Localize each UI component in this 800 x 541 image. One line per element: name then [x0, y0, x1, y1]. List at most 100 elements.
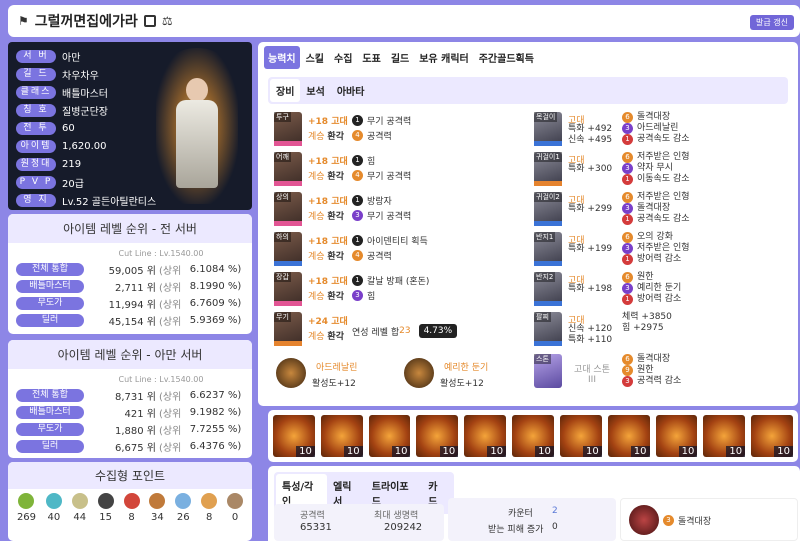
collection-item[interactable]: 40: [45, 493, 62, 523]
accessory-item[interactable]: 반지1 고대 특화 +199 6 오의 강화 3 저주받은 인형 1 방어력 감소: [534, 232, 786, 268]
effect-level: 1: [352, 195, 363, 206]
subtab-0[interactable]: 장비: [270, 79, 301, 102]
accessory-item[interactable]: 팔찌 고대 신속 +120 특화 +110 체력 +3850 힘 +2975: [534, 312, 786, 348]
accessory-icon[interactable]: 반지1: [534, 232, 562, 266]
engraving-level: 활성도+12: [440, 379, 484, 389]
gem-1[interactable]: 10: [320, 415, 363, 457]
engraving-item[interactable]: 아드레날린 활성도+12: [276, 358, 396, 390]
quality-bar: [534, 221, 562, 226]
collection-count: 34: [151, 512, 164, 523]
collection-item[interactable]: 15: [97, 493, 114, 523]
collection-item[interactable]: 8: [201, 493, 218, 523]
equip-icon[interactable]: 어깨: [274, 152, 302, 186]
accessory-item[interactable]: 반지2 고대 특화 +198 6 원한 3 예리한 둔기 1 방어력 감소: [534, 272, 786, 308]
rank-number: 2,711 위: [114, 282, 156, 294]
effect-level: 3: [622, 243, 633, 254]
equip-slot-tag: 무기: [274, 312, 291, 322]
gem-5[interactable]: 10: [512, 415, 554, 457]
quality-bar: [274, 341, 302, 346]
update-button[interactable]: 발급 갱신: [750, 15, 794, 30]
effect-level: 4: [352, 130, 363, 141]
tab-1[interactable]: 스킬: [302, 46, 328, 69]
rank-percent: 9.1982 %): [189, 406, 242, 418]
equip-item[interactable]: 장갑 +18 고대 계승 환각 1 칼날 방패 (혼돈) 3 힘: [274, 272, 514, 308]
gem-4[interactable]: 10: [464, 415, 507, 457]
accessory-icon[interactable]: 목걸이: [534, 112, 562, 146]
gem-0[interactable]: 10: [273, 415, 315, 457]
accessory-effects: 6 원한 3 예리한 둔기 1 방어력 감소: [622, 272, 681, 305]
gem-3[interactable]: 10: [416, 415, 459, 457]
stone-effects: 6 돌격대장 9 원한 3 공격력 감소: [622, 354, 681, 387]
accessory-icon[interactable]: 귀걸이2: [534, 192, 562, 226]
gem-7[interactable]: 10: [607, 415, 650, 457]
rank-percentile-label: (상위: [159, 299, 182, 311]
rank-row: 배틀마스터 421 위 (상위 9.1982 %): [16, 404, 252, 420]
collection-item[interactable]: 269: [17, 493, 36, 523]
id-card-icon[interactable]: [143, 15, 156, 27]
cut-line: Cut Line : Lv.1540.00: [118, 249, 204, 258]
atk-label: 공격력: [300, 511, 325, 521]
accessory-icon[interactable]: 귀걸이1: [534, 152, 562, 186]
rank-percentile-label: (상위: [159, 316, 182, 328]
engraving-level: 활성도+12: [312, 379, 356, 389]
tab-4[interactable]: 길드: [387, 46, 413, 69]
equip-item[interactable]: 무기 +24 고대 계승 환각 연성 레벨 합 23 4.73%: [274, 312, 514, 348]
equip-item[interactable]: 투구 +18 고대 계승 환각 1 무기 공격력 4 공격력: [274, 112, 514, 148]
dmg-label: 받는 피해 증가: [488, 525, 544, 535]
rank-number: 421 위: [124, 408, 156, 420]
tab-6[interactable]: 주간골드획득: [475, 46, 538, 69]
engraving-name: 돌격대장: [678, 517, 712, 527]
collection-item[interactable]: 44: [71, 493, 88, 523]
accessory-item[interactable]: 귀걸이1 고대 특화 +300 6 저주받은 인형 3 약자 무시 1 이동속도 감소: [534, 152, 786, 188]
accessory-item[interactable]: 목걸이 고대 특화 +492 신속 +495 6 돌격대장 3 아드레날린 1 공격속도 감소: [534, 112, 786, 148]
gem-level: 10: [726, 446, 746, 457]
engraving-item[interactable]: 예리한 둔기 활성도+12: [404, 358, 524, 390]
tab-5[interactable]: 보유 캐릭터: [415, 46, 472, 69]
collection-item[interactable]: 0: [227, 493, 244, 523]
gem-10[interactable]: 10: [751, 415, 793, 457]
equip-slot-tag: 하의: [274, 232, 291, 242]
counter-label: 카운터: [508, 509, 533, 519]
effect-level: 4: [352, 250, 363, 261]
equip-item[interactable]: 하의 +18 고대 계승 환각 1 아이덴티티 획득 4 공격력: [274, 232, 514, 268]
gem-level: 10: [343, 446, 363, 457]
equip-icon[interactable]: 상의: [274, 192, 302, 226]
profile-label: 아이템: [16, 139, 56, 153]
subtab-1[interactable]: 보석: [300, 79, 330, 102]
scale-icon[interactable]: ⚖: [162, 14, 173, 28]
counter-value: 2: [552, 506, 558, 516]
tab-2[interactable]: 수집: [330, 46, 356, 69]
profile-value: 질병군단장: [62, 106, 108, 118]
gem-6[interactable]: 10: [559, 415, 602, 457]
equip-slot-tag: 어깨: [274, 152, 291, 162]
gem-level: 10: [582, 446, 602, 457]
equip-icon[interactable]: 투구: [274, 112, 302, 146]
tab-0[interactable]: 능력치: [264, 46, 300, 69]
rank-number: 59,005 위: [108, 265, 156, 277]
equip-item[interactable]: 어깨 +18 고대 계승 환각 1 힘 4 무기 공격력: [274, 152, 514, 188]
gem-9[interactable]: 10: [703, 415, 746, 457]
collection-item[interactable]: 34: [149, 493, 166, 523]
collection-item[interactable]: 8: [123, 493, 140, 523]
accessory-icon[interactable]: 반지2: [534, 272, 562, 306]
ability-stone[interactable]: 스톤 고대 스톤 III 6 돌격대장 9 원한 3 공격력 감소: [534, 354, 786, 394]
collection-count: 8: [205, 512, 213, 523]
equip-icon[interactable]: 무기: [274, 312, 302, 346]
tab-3[interactable]: 도표: [358, 46, 384, 69]
profile-value: 차우차우: [62, 70, 99, 82]
accessory-item[interactable]: 귀걸이2 고대 특화 +299 6 저주받은 인형 3 돌격대장 1 공격속도 감소: [534, 192, 786, 228]
bookmark-icon[interactable]: ⚑: [18, 14, 29, 28]
accessory-icon[interactable]: 팔찌: [534, 312, 562, 346]
bottom-panel: 특성/각인 엘릭서 트라이포드 카드 공격력 65331 최대 생명력 209242 …: [268, 466, 800, 541]
subtab-2[interactable]: 아바타: [331, 79, 371, 102]
collection-title: 수집형 포인트: [8, 462, 252, 489]
equip-icon[interactable]: 장갑: [274, 272, 302, 306]
collection-count: 40: [47, 512, 61, 523]
gem-8[interactable]: 10: [655, 415, 698, 457]
quality-bar: [534, 141, 562, 146]
collection-item[interactable]: 26: [175, 493, 192, 523]
equip-item[interactable]: 상의 +18 고대 계승 환각 1 방랑자 3 무기 공격력: [274, 192, 514, 228]
gem-2[interactable]: 10: [368, 415, 411, 457]
collection-count: 8: [128, 512, 135, 523]
equip-icon[interactable]: 하의: [274, 232, 302, 266]
